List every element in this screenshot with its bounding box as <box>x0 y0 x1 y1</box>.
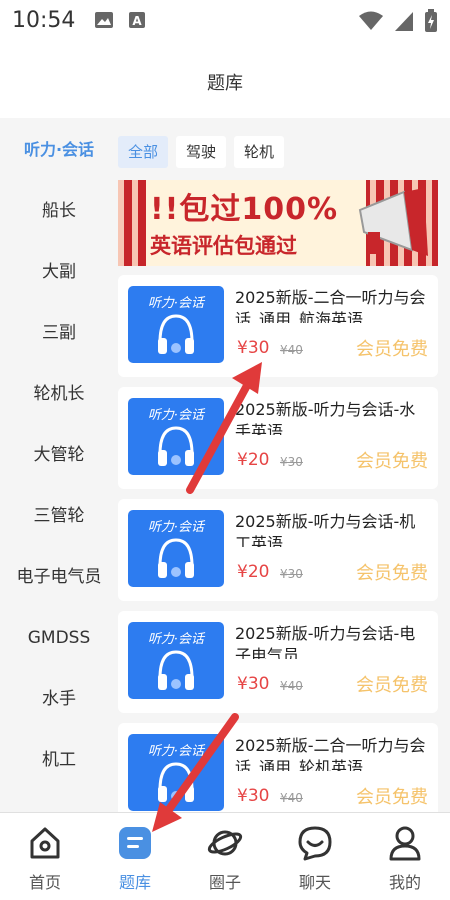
svg-text:A: A <box>132 14 142 28</box>
thumbnail-label: 听力·会话 <box>147 520 205 535</box>
product-thumbnail: 听力·会话 <box>128 734 224 811</box>
banner-subline: 英语评估包通过 <box>150 234 297 258</box>
sidebar-item-electrical-officer[interactable]: 电子电气员 <box>0 562 118 592</box>
headphones-icon <box>156 648 196 698</box>
member-free-label: 会员免费 <box>356 451 428 472</box>
tab-label: 聊天 <box>298 873 331 892</box>
thumbnail-label: 听力·会话 <box>147 296 205 311</box>
sidebar-item-gmdss[interactable]: GMDSS <box>0 623 118 653</box>
product-card[interactable]: 听力·会话 2025新版-听力与会话-水手英语 ¥20 ¥30 会员免费 <box>118 387 438 489</box>
filter-tabs: 全部 驾驶 轮机 <box>118 136 285 168</box>
product-title: 2025新版-听力与会话-水手英语 <box>235 400 416 435</box>
sidebar-item-chief-engineer[interactable]: 轮机长 <box>0 379 118 409</box>
tab-label: 题库 <box>118 873 151 892</box>
tab-question-bank[interactable]: 题库 <box>90 813 180 900</box>
tab-profile[interactable]: 我的 <box>360 813 450 900</box>
product-original-price: ¥30 <box>280 455 303 469</box>
product-title: 2025新版-二合一听力与会话_通用_航海英语 <box>235 288 426 323</box>
status-icons-right <box>358 9 438 37</box>
category-sidebar: 听力·会话 船长 大副 三副 轮机长 大管轮 三管轮 电子电气员 GMDSS 水… <box>0 118 118 812</box>
profile-icon <box>387 825 423 861</box>
page-title: 题库 <box>207 73 243 94</box>
product-thumbnail: 听力·会话 <box>128 398 224 475</box>
home-icon <box>27 825 63 861</box>
tab-home[interactable]: 首页 <box>0 813 90 900</box>
product-card[interactable]: 听力·会话 2025新版-听力与会话-机工英语 ¥20 ¥30 会员免费 <box>118 499 438 601</box>
thumbnail-label: 听力·会话 <box>147 408 205 423</box>
product-thumbnail: 听力·会话 <box>128 286 224 363</box>
sidebar-item-third-officer[interactable]: 三副 <box>0 318 118 348</box>
signal-icon <box>394 10 414 36</box>
filter-tab-navigation[interactable]: 驾驶 <box>176 136 227 168</box>
product-thumbnail: 听力·会话 <box>128 510 224 587</box>
product-price: ¥30 <box>237 674 270 694</box>
product-price: ¥30 <box>237 786 270 806</box>
product-thumbnail: 听力·会话 <box>128 622 224 699</box>
status-bar: 10:54 A <box>0 0 450 42</box>
tab-circle[interactable]: 圈子 <box>180 813 270 900</box>
product-price: ¥20 <box>237 562 270 582</box>
a-badge-icon: A <box>128 11 146 33</box>
page-header: 题库 <box>0 42 450 118</box>
chat-icon <box>297 825 333 861</box>
sidebar-item-second-engineer[interactable]: 大管轮 <box>0 440 118 470</box>
tab-label: 我的 <box>388 873 421 892</box>
battery-charging-icon <box>424 9 438 37</box>
banner-headline: !!包过100% <box>150 192 339 227</box>
product-price: ¥30 <box>237 338 270 358</box>
sidebar-item-sailor[interactable]: 水手 <box>0 684 118 714</box>
product-title: 2025新版-二合一听力与会话_通用_轮机英语 <box>235 736 426 771</box>
product-card[interactable]: 听力·会话 2025新版-听力与会话-电子电气员 ¥30 ¥40 会员免费 <box>118 611 438 713</box>
image-icon <box>94 11 114 33</box>
product-card[interactable]: 听力·会话 2025新版-二合一听力与会话_通用_轮机英语 ¥30 ¥40 会员… <box>118 723 438 825</box>
promo-banner[interactable]: !!包过100% 英语评估包通过 <box>118 180 438 266</box>
planet-icon <box>207 825 243 861</box>
tab-chat[interactable]: 聊天 <box>270 813 360 900</box>
product-title: 2025新版-听力与会话-机工英语 <box>235 512 416 547</box>
headphones-icon <box>156 760 196 810</box>
thumbnail-label: 听力·会话 <box>147 744 205 759</box>
product-card[interactable]: 听力·会话 2025新版-二合一听力与会话_通用_航海英语 ¥30 ¥40 会员… <box>118 275 438 377</box>
sidebar-item-third-engineer[interactable]: 三管轮 <box>0 501 118 531</box>
product-original-price: ¥40 <box>280 791 303 805</box>
status-icons-left: A <box>94 11 146 33</box>
filter-tab-engine[interactable]: 轮机 <box>234 136 285 168</box>
sidebar-item-captain[interactable]: 船长 <box>0 196 118 226</box>
product-price: ¥20 <box>237 450 270 470</box>
tab-label: 首页 <box>28 873 61 892</box>
member-free-label: 会员免费 <box>356 675 428 696</box>
headphones-icon <box>156 312 196 362</box>
megaphone-icon <box>354 188 430 264</box>
sidebar-item-motorman[interactable]: 机工 <box>0 745 118 775</box>
tab-label: 圈子 <box>208 873 241 892</box>
product-original-price: ¥40 <box>280 679 303 693</box>
sidebar-item-listening[interactable]: 听力·会话 <box>0 135 118 165</box>
headphones-icon <box>156 536 196 586</box>
app-screen: 10:54 A 题库 听力·会话 船长 大副 三副 轮机长 大管轮 三管轮 电子… <box>0 0 450 900</box>
member-free-label: 会员免费 <box>356 339 428 360</box>
thumbnail-label: 听力·会话 <box>147 632 205 647</box>
member-free-label: 会员免费 <box>356 787 428 808</box>
status-time: 10:54 <box>12 8 76 33</box>
question-bank-icon <box>117 825 153 861</box>
product-original-price: ¥40 <box>280 343 303 357</box>
product-title: 2025新版-听力与会话-电子电气员 <box>235 624 416 659</box>
sidebar-item-chief-officer[interactable]: 大副 <box>0 257 118 287</box>
wifi-icon <box>358 10 384 36</box>
filter-tab-all[interactable]: 全部 <box>118 136 169 168</box>
member-free-label: 会员免费 <box>356 563 428 584</box>
main-content: 全部 驾驶 轮机 !!包过100% 英语评估包通过 听力·会话 2025新版-二… <box>118 118 450 825</box>
product-original-price: ¥30 <box>280 567 303 581</box>
bottom-tab-bar: 首页 题库 圈子 聊天 我的 <box>0 812 450 900</box>
headphones-icon <box>156 424 196 474</box>
